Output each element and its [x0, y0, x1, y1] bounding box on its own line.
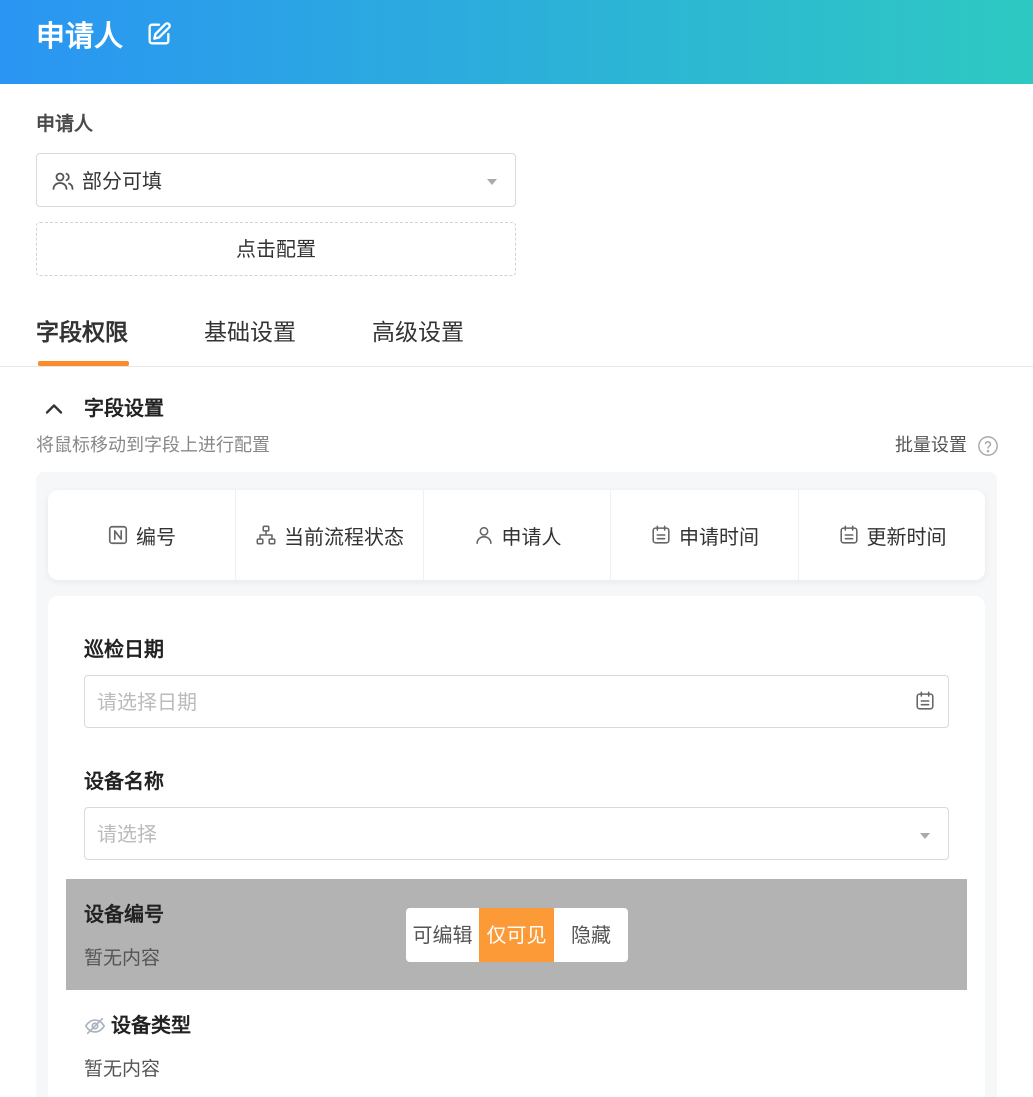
applicant-scope-select[interactable]: 部分可填	[36, 153, 516, 207]
tab-basic-settings[interactable]: 基础设置	[204, 314, 296, 352]
device-type-value: 暂无内容	[84, 1058, 161, 1080]
inspection-date-placeholder: 请选择日期	[97, 690, 197, 714]
edit-icon[interactable]	[145, 20, 173, 48]
applicant-scope-value: 部分可填	[82, 169, 162, 193]
eye-off-icon	[84, 1017, 106, 1035]
chevron-down-icon	[487, 179, 497, 185]
chevron-down-icon	[920, 833, 930, 839]
field-label-inspection-date: 巡检日期	[84, 637, 164, 661]
system-field-number[interactable]: 编号	[48, 490, 235, 580]
permission-editable-option[interactable]: 可编辑	[406, 908, 479, 962]
users-icon	[52, 172, 74, 190]
user-icon	[475, 526, 492, 545]
device-number-value: 暂无内容	[84, 947, 161, 969]
page-title: 申请人	[36, 19, 124, 53]
tab-bar: 字段权限 基础设置 高级设置	[0, 304, 1033, 367]
system-field-applicant[interactable]: 申请人	[423, 490, 610, 580]
active-tab-indicator	[38, 361, 129, 366]
applicant-label: 申请人	[36, 113, 94, 135]
permission-segmented-control: 可编辑 仅可见 隐藏	[406, 908, 628, 962]
system-field-update-time[interactable]: 更新时间	[798, 490, 985, 580]
device-name-placeholder: 请选择	[97, 822, 157, 846]
number-icon	[108, 525, 128, 545]
system-field-apply-time[interactable]: 申请时间	[610, 490, 798, 580]
system-fields-row: 编号 当前流程状态 申请人 申请时间 更新时间	[48, 490, 985, 580]
page-header: 申请人	[0, 0, 1033, 84]
configure-button[interactable]: 点击配置	[36, 222, 516, 276]
calendar-icon	[916, 691, 934, 710]
inspection-date-input[interactable]: 请选择日期	[84, 675, 949, 728]
field-label-device-number: 设备编号	[84, 902, 164, 926]
permission-hidden-option[interactable]: 隐藏	[554, 908, 628, 962]
system-field-flow-status[interactable]: 当前流程状态	[235, 490, 423, 580]
field-settings-title: 字段设置	[84, 396, 164, 420]
calendar-icon	[652, 525, 670, 544]
batch-settings-link[interactable]: 批量设置	[895, 432, 967, 460]
chevron-up-icon	[45, 404, 63, 414]
help-icon[interactable]	[977, 435, 999, 457]
tab-advanced-settings[interactable]: 高级设置	[372, 314, 464, 352]
device-name-select[interactable]: 请选择	[84, 807, 949, 860]
field-settings-hint: 将鼠标移动到字段上进行配置	[36, 435, 270, 456]
permission-view-only-option[interactable]: 仅可见	[479, 908, 554, 962]
tab-field-permissions[interactable]: 字段权限	[36, 314, 128, 352]
field-label-device-type: 设备类型	[111, 1013, 191, 1037]
field-label-device-name: 设备名称	[84, 769, 164, 793]
flow-icon	[256, 525, 276, 545]
calendar-icon	[839, 525, 858, 544]
